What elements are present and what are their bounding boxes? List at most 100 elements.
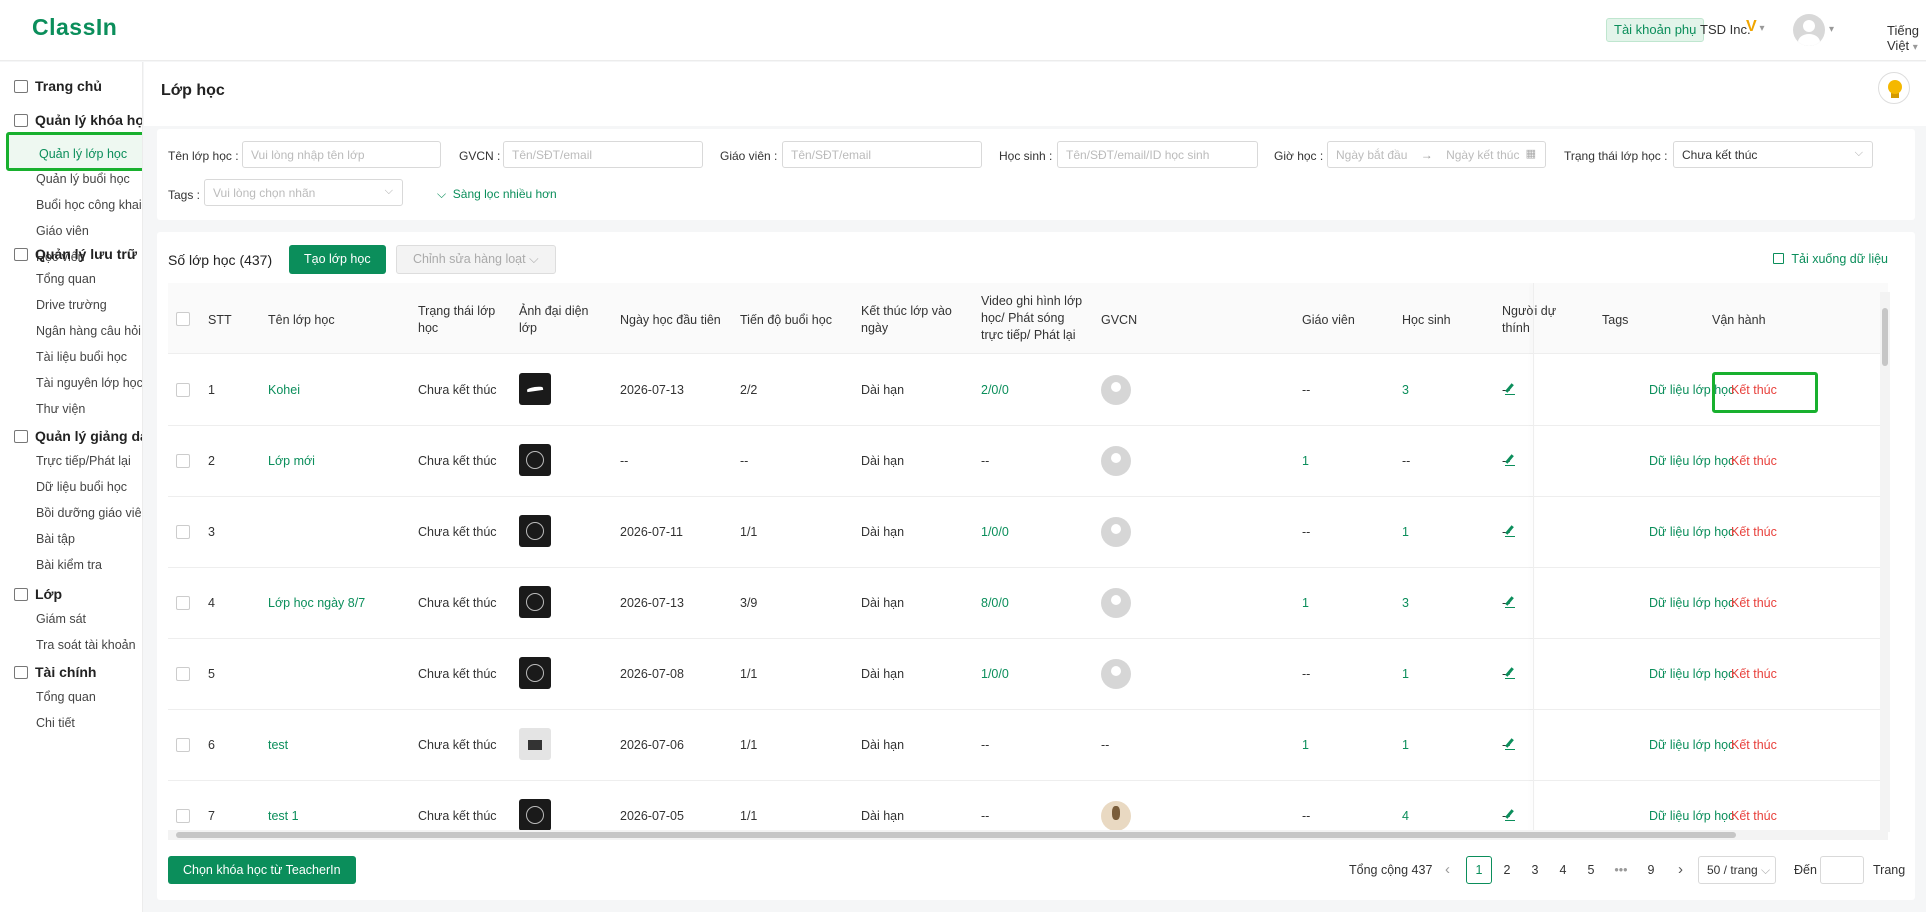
sidebar-group-4[interactable]: Lớp — [14, 586, 62, 602]
class-data-button[interactable]: Dữ liệu lớp học — [1649, 809, 1734, 823]
page-jump-input[interactable] — [1820, 856, 1864, 884]
vertical-scroll-thumb[interactable] — [1882, 308, 1888, 366]
teacher-input[interactable]: Tên/SĐT/email — [782, 141, 982, 168]
sidebar-item[interactable]: Chi tiết — [36, 716, 75, 730]
row-students[interactable]: 1 — [1402, 667, 1409, 681]
sidebar-group-1[interactable]: Quản lý khóa học — [14, 112, 142, 128]
student-input[interactable]: Tên/SĐT/email/ID học sinh — [1057, 141, 1258, 168]
class-data-button[interactable]: Dữ liệu lớp học — [1649, 738, 1734, 752]
row-video[interactable]: 8/0/0 — [981, 596, 1009, 610]
class-data-button[interactable]: Dữ liệu lớp học — [1649, 667, 1734, 681]
page-button[interactable]: 3 — [1522, 856, 1548, 884]
end-class-button[interactable]: Kết thúc — [1731, 525, 1777, 539]
row-students[interactable]: 3 — [1402, 383, 1409, 397]
sidebar-item[interactable]: Bài kiểm tra — [36, 558, 102, 572]
sidebar-item-active[interactable]: Quản lý lớp học — [6, 132, 142, 171]
sidebar-item[interactable]: Tra soát tài khoản — [36, 638, 136, 652]
sidebar-item[interactable]: Tài nguyên lớp học — [36, 376, 142, 390]
row-teachers[interactable]: 1 — [1302, 454, 1309, 468]
sidebar-item[interactable]: Thư viện — [36, 402, 85, 416]
row-checkbox[interactable] — [176, 809, 190, 823]
create-class-button[interactable]: Tạo lớp học — [289, 245, 386, 274]
page-ellipsis[interactable]: ••• — [1608, 856, 1634, 884]
row-class-name[interactable]: test — [268, 738, 288, 752]
row-students[interactable]: 3 — [1402, 596, 1409, 610]
row-class-name[interactable]: test 1 — [268, 809, 299, 823]
end-class-button[interactable]: Kết thúc — [1731, 596, 1777, 610]
page-button[interactable]: 1 — [1466, 856, 1492, 884]
page-button[interactable]: 5 — [1578, 856, 1604, 884]
start-date-input[interactable]: Ngày bắt đầu — [1336, 148, 1407, 162]
classin-logo[interactable]: ClassIn — [32, 14, 117, 41]
sidebar-item[interactable]: Trực tiếp/Phát lại — [36, 454, 131, 468]
end-class-button[interactable]: Kết thúc — [1731, 454, 1777, 468]
class-data-button[interactable]: Dữ liệu lớp học — [1649, 454, 1734, 468]
sidebar-item[interactable]: Quản lý buổi học — [36, 172, 130, 186]
row-checkbox[interactable] — [176, 525, 190, 539]
vertical-scrollbar[interactable] — [1880, 292, 1890, 832]
sidebar-item[interactable]: Buổi học công khai — [36, 198, 142, 212]
sidebar-item[interactable]: Tổng quan — [36, 272, 96, 286]
sidebar-group-5[interactable]: Tài chính — [14, 664, 96, 680]
class-name-input[interactable]: Vui lòng nhập tên lớp — [242, 141, 441, 168]
row-checkbox[interactable] — [176, 667, 190, 681]
row-checkbox[interactable] — [176, 454, 190, 468]
sidebar-item[interactable]: Giám sát — [36, 612, 86, 626]
org-name[interactable]: TSD Inc. — [1700, 22, 1751, 37]
sidebar-item[interactable]: Drive trường — [36, 298, 107, 312]
row-checkbox[interactable] — [176, 738, 190, 752]
sidebar-item[interactable]: Tổng quan — [36, 690, 96, 704]
next-page-icon[interactable]: › — [1678, 856, 1683, 884]
row-students[interactable]: 1 — [1402, 738, 1409, 752]
page-button[interactable]: 4 — [1550, 856, 1576, 884]
horizontal-scroll-thumb[interactable] — [176, 832, 1736, 838]
sidebar-item[interactable]: Giáo viên — [36, 224, 89, 238]
end-class-button[interactable]: Kết thúc — [1731, 809, 1777, 823]
download-data-link[interactable]: Tải xuống dữ liệu — [1773, 252, 1888, 266]
bulk-edit-button[interactable]: Chỉnh sửa hàng loạt ⌵ — [396, 245, 556, 274]
status-select[interactable]: Chưa kết thúc ⌵ — [1673, 141, 1873, 168]
sidebar-item[interactable]: Bồi dưỡng giáo viên — [36, 506, 142, 520]
edit-tags-icon[interactable] — [1505, 739, 1515, 750]
row-video[interactable]: 2/0/0 — [981, 383, 1009, 397]
language-selector[interactable]: Tiếng Việt ▾ — [1887, 23, 1926, 53]
sidebar-item[interactable]: Ngân hàng câu hỏi — [36, 324, 141, 338]
select-all-checkbox[interactable] — [176, 312, 190, 326]
teacherin-course-button[interactable]: Chọn khóa học từ TeacherIn — [168, 856, 356, 884]
class-data-button[interactable]: Dữ liệu lớp học — [1649, 525, 1734, 539]
edit-tags-icon[interactable] — [1505, 526, 1515, 537]
edit-tags-icon[interactable] — [1505, 810, 1515, 821]
page-size-select[interactable]: 50 / trang ⌵ — [1698, 856, 1776, 884]
row-class-name[interactable]: Lớp mới — [268, 454, 315, 468]
row-teachers[interactable]: 1 — [1302, 596, 1309, 610]
end-class-button[interactable]: Kết thúc — [1731, 738, 1777, 752]
edit-tags-icon[interactable] — [1505, 597, 1515, 608]
horizontal-scrollbar[interactable] — [168, 830, 1888, 840]
edit-tags-icon[interactable] — [1505, 384, 1515, 395]
vip-badge-icon[interactable]: V ▾ — [1746, 18, 1764, 36]
sidebar-group-3[interactable]: Quản lý giảng dạy — [14, 428, 142, 444]
user-avatar[interactable] — [1793, 14, 1825, 46]
row-students[interactable]: 4 — [1402, 809, 1409, 823]
lightbulb-icon[interactable] — [1878, 72, 1910, 104]
class-data-button[interactable]: Dữ liệu lớp học — [1649, 596, 1734, 610]
tags-select[interactable]: Vui lòng chọn nhãn ⌵ — [204, 179, 403, 206]
sidebar-item[interactable]: Dữ liệu buổi học — [36, 480, 127, 494]
sub-account-badge[interactable]: Tài khoản phụ — [1606, 18, 1705, 42]
row-class-name[interactable]: Lớp học ngày 8/7 — [268, 596, 365, 610]
date-range-picker[interactable]: Ngày bắt đầu → Ngày kết thúc ▦ — [1327, 141, 1546, 168]
row-students[interactable]: 1 — [1402, 525, 1409, 539]
end-class-button[interactable]: Kết thúc — [1731, 667, 1777, 681]
end-date-input[interactable]: Ngày kết thúc — [1446, 148, 1519, 162]
row-class-name[interactable]: Kohei — [268, 383, 300, 397]
sidebar-item[interactable]: Bài tập — [36, 532, 75, 546]
page-button[interactable]: 2 — [1494, 856, 1520, 884]
sidebar-group-2[interactable]: Quản lý lưu trữ — [14, 246, 137, 262]
sidebar-item[interactable]: Tài liệu buổi học — [36, 350, 127, 364]
sidebar-group-0[interactable]: Trang chủ — [14, 78, 102, 94]
row-teachers[interactable]: 1 — [1302, 738, 1309, 752]
page-button[interactable]: 9 — [1638, 856, 1664, 884]
prev-page-icon[interactable]: ‹ — [1445, 856, 1450, 884]
more-filters-toggle[interactable]: ⌵ Sàng lọc nhiều hơn — [437, 187, 557, 202]
edit-tags-icon[interactable] — [1505, 668, 1515, 679]
